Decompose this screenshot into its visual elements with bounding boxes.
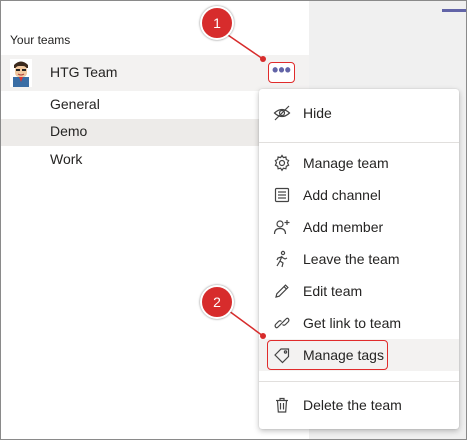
callout-1-dot [260, 56, 266, 62]
callout-1-badge: 1 [200, 6, 234, 40]
callout-2-dot [260, 333, 266, 339]
callout-2-badge: 2 [200, 285, 234, 319]
callout-2-pointer [228, 310, 264, 337]
callout-pointer-lines [221, 30, 266, 339]
window-frame: Your teams HTG Team ••• General Demo Wor… [0, 0, 467, 440]
